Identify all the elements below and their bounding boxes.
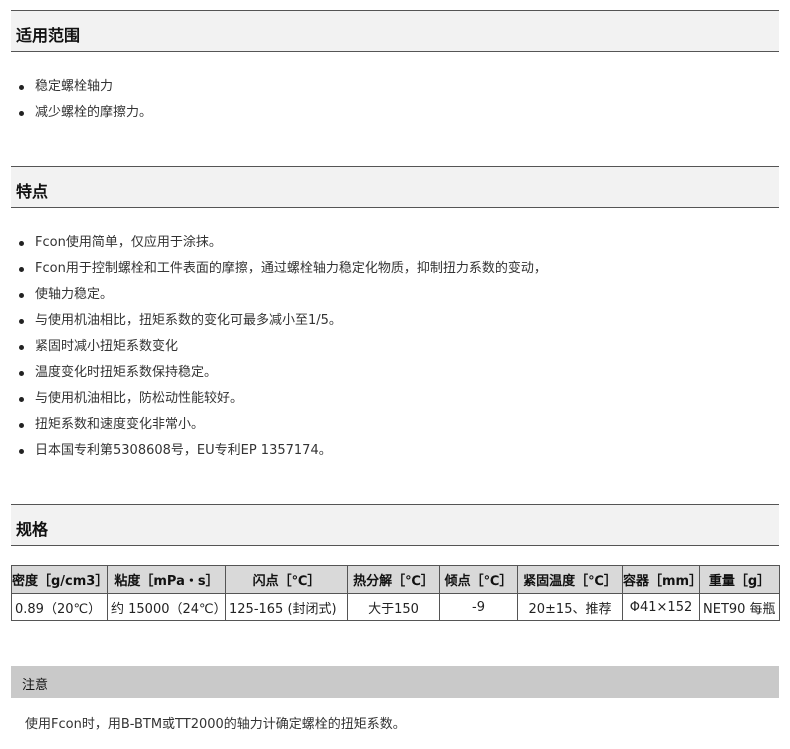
section-header-scope: 适用范围 xyxy=(11,10,779,52)
cell-viscosity: 约 15000（24℃） xyxy=(107,593,227,621)
note-title: 注意 xyxy=(22,678,49,693)
list-item: 扭矩系数和速度变化非常小。 xyxy=(17,412,547,438)
features-list: Fcon使用简单，仅应用于涂抹。 Fcon用于控制螺栓和工件表面的摩擦，通过螺栓… xyxy=(17,230,547,464)
header-tightening-temp: 紧固温度［℃］ xyxy=(517,565,623,594)
list-item: 减少螺栓的摩擦力。 xyxy=(17,100,152,126)
list-item: Fcon用于控制螺栓和工件表面的摩擦，通过螺栓轴力稳定化物质，抑制扭力系数的变动… xyxy=(17,256,547,282)
list-item: 使轴力稳定。 xyxy=(17,282,547,308)
cell-tightening-temp: 20±15、推荐 xyxy=(517,593,623,621)
note-text: 使用Fcon时，用B-BTM或TT2000的轴力计确定螺栓的扭矩系数。 xyxy=(25,717,406,732)
list-item: 与使用机油相比，扭矩系数的变化可最多减小至1/5。 xyxy=(17,308,547,334)
header-thermal-decomposition: 热分解［℃］ xyxy=(347,565,440,594)
cell-pour-point: -9 xyxy=(439,593,518,621)
section-header-features: 特点 xyxy=(11,166,779,208)
cell-container: Φ41×152 xyxy=(622,593,700,621)
spec-table: 密度［g/cm3］ 粘度［mPa・s］ 闪点［℃］ 热分解［℃］ 倾点［℃］ 紧… xyxy=(11,565,780,621)
list-item: Fcon使用简单，仅应用于涂抹。 xyxy=(17,230,547,256)
header-weight: 重量［g］ xyxy=(699,565,780,594)
header-viscosity: 粘度［mPa・s］ xyxy=(107,565,226,594)
list-item: 稳定螺栓轴力 xyxy=(17,74,152,100)
list-item: 与使用机油相比，防松动性能较好。 xyxy=(17,386,547,412)
header-density: 密度［g/cm3］ xyxy=(11,565,108,594)
cell-thermal-decomposition: 大于150 xyxy=(347,593,440,621)
list-item: 日本国专利第5308608号，EU专利EP 1357174。 xyxy=(17,438,547,464)
section-title-specs: 规格 xyxy=(16,520,49,539)
section-title-features: 特点 xyxy=(16,182,49,201)
header-flash-point: 闪点［℃］ xyxy=(225,565,348,594)
section-header-specs: 规格 xyxy=(11,504,779,546)
cell-flash-point: 125-165 (封闭式) xyxy=(225,593,348,621)
section-title-scope: 适用范围 xyxy=(16,26,81,45)
header-container: 容器［mm］ xyxy=(622,565,702,594)
scope-list: 稳定螺栓轴力 减少螺栓的摩擦力。 xyxy=(17,74,152,126)
cell-weight: NET90 每瓶 xyxy=(699,593,780,621)
table-header-row: 密度［g/cm3］ 粘度［mPa・s］ 闪点［℃］ 热分解［℃］ 倾点［℃］ 紧… xyxy=(11,565,780,594)
cell-density: 0.89（20℃） xyxy=(11,593,108,621)
table-row: 0.89（20℃） 约 15000（24℃） 125-165 (封闭式) 大于1… xyxy=(11,593,780,621)
note-header: 注意 xyxy=(11,666,779,698)
header-pour-point: 倾点［℃］ xyxy=(439,565,518,594)
list-item: 紧固时减小扭矩系数变化 xyxy=(17,334,547,360)
list-item: 温度变化时扭矩系数保持稳定。 xyxy=(17,360,547,386)
